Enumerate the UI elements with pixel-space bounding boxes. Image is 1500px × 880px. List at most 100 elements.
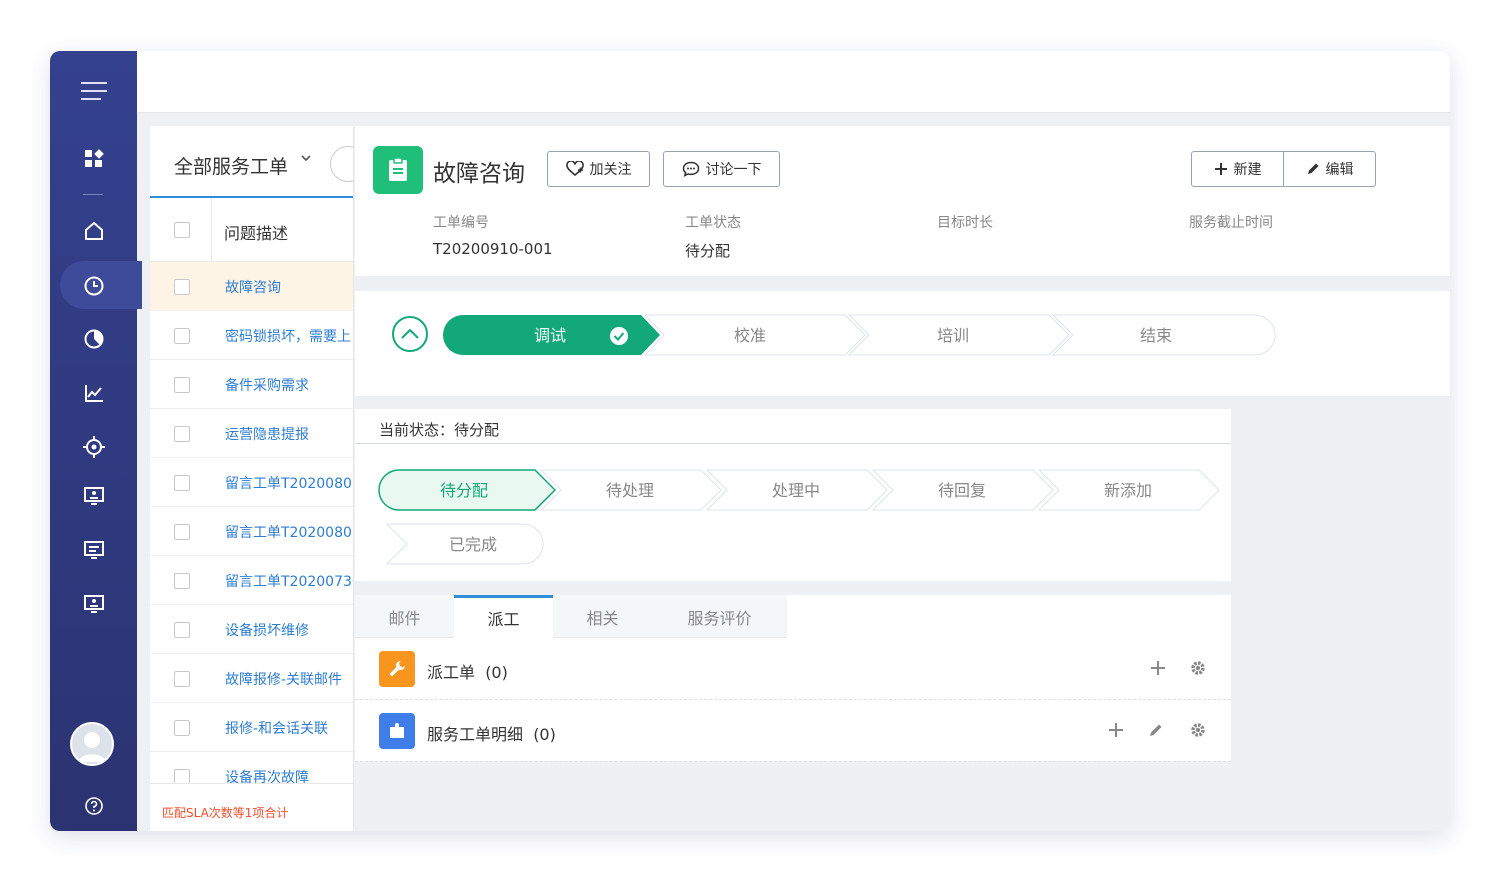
column-title: 问题描述: [224, 224, 289, 243]
plus-icon: [1214, 163, 1227, 175]
discuss-label: 讨论一下: [705, 162, 762, 178]
chat-bubble-icon: [682, 161, 699, 177]
row-link[interactable]: 密码锁损坏，需要上: [225, 326, 351, 346]
related-tabs-panel: 邮件 派工 相关 服务评价 派工单 (0) 服务工单明细 (0): [355, 595, 1231, 762]
service-detail-row: 服务工单明细 (0): [355, 701, 1231, 762]
app-window: 全部服务工单 问题描述 故障咨询 密码锁损坏，需要上 备件采购需求 运营隐患提报…: [50, 51, 1450, 831]
stage-label: 调试: [534, 326, 566, 345]
status-label: 待回复: [938, 481, 986, 500]
target-icon[interactable]: [50, 424, 137, 470]
gear-icon[interactable]: [1187, 657, 1209, 679]
row-checkbox[interactable]: [174, 622, 190, 638]
row-link[interactable]: 留言工单T20200805: [225, 522, 353, 542]
current-status: 当前状态：待分配: [379, 421, 500, 439]
row-link[interactable]: 备件采购需求: [225, 375, 309, 395]
pie-chart-icon[interactable]: [50, 316, 137, 362]
row-link[interactable]: 故障咨询: [225, 277, 281, 297]
status-label: 待处理: [606, 481, 654, 500]
meta-label-ticket-status: 工单状态: [685, 215, 741, 231]
status-panel: 当前状态：待分配 待分配 待处理 处理中 待回复 新添加 已完成: [355, 409, 1231, 581]
sla-summary: 匹配SLA次数等1项合计: [162, 806, 289, 820]
gear-icon[interactable]: [1187, 719, 1209, 741]
help-icon[interactable]: [50, 783, 137, 829]
monitor-person-icon[interactable]: [50, 581, 137, 627]
row-link[interactable]: 留言工单T20200730: [225, 571, 353, 591]
follow-button[interactable]: 加关注: [547, 151, 650, 187]
row-checkbox[interactable]: [174, 475, 190, 491]
meta-label-target-duration: 目标时长: [937, 215, 993, 231]
heart-plus-icon: [565, 161, 584, 177]
wrench-icon: [379, 651, 415, 687]
monitor-user-icon[interactable]: [50, 473, 137, 519]
new-button[interactable]: 新建: [1191, 151, 1284, 187]
table-row[interactable]: 密码锁损坏，需要上: [150, 311, 353, 360]
table-row[interactable]: 运营隐患提报: [150, 409, 353, 458]
left-nav: [50, 51, 142, 831]
stage-progress-panel: 调试 校准 培训 结束: [355, 291, 1450, 396]
status-divider: [355, 443, 1231, 444]
list-view-selector[interactable]: 全部服务工单: [174, 152, 288, 179]
clock-icon[interactable]: [50, 263, 137, 309]
row-link[interactable]: 报修-和会话关联: [225, 718, 328, 738]
edit-button[interactable]: 编辑: [1283, 151, 1376, 187]
row-checkbox[interactable]: [174, 377, 190, 393]
table-row[interactable]: 备件采购需求: [150, 360, 353, 409]
list-header: 全部服务工单: [150, 126, 353, 198]
table-row[interactable]: 设备损坏维修: [150, 605, 353, 654]
menu-icon[interactable]: [50, 68, 137, 114]
add-icon[interactable]: [1147, 657, 1169, 679]
user-avatar[interactable]: [70, 722, 114, 766]
pencil-icon[interactable]: [1145, 719, 1167, 741]
edit-label: 编辑: [1325, 162, 1354, 178]
follow-label: 加关注: [589, 162, 632, 178]
dispatch-order-row: 派工单 (0): [355, 639, 1231, 700]
status-label: 待分配: [440, 481, 488, 500]
tab-mail[interactable]: 邮件: [355, 595, 454, 638]
discuss-button[interactable]: 讨论一下: [663, 151, 780, 187]
row-link[interactable]: 运营隐患提报: [225, 424, 309, 444]
row-checkbox[interactable]: [174, 426, 190, 442]
row-checkbox[interactable]: [174, 573, 190, 589]
tab-related[interactable]: 相关: [553, 595, 652, 638]
tab-dispatch[interactable]: 派工: [454, 595, 553, 638]
table-row[interactable]: 故障报修-关联邮件: [150, 654, 353, 703]
filter-button[interactable]: [330, 146, 353, 182]
document-icon: [373, 146, 423, 194]
home-icon[interactable]: [50, 208, 137, 254]
dispatch-order-label: 派工单 (0): [427, 663, 508, 682]
stage-label: 校准: [734, 326, 766, 345]
table-row[interactable]: 留言工单T20200805: [150, 458, 353, 507]
row-checkbox[interactable]: [174, 524, 190, 540]
check-circle-icon: [610, 327, 628, 345]
meta-label-service-deadline: 服务截止时间: [1189, 215, 1273, 231]
tab-service-rating[interactable]: 服务评价: [652, 595, 787, 638]
select-all-checkbox[interactable]: [174, 222, 190, 238]
row-checkbox[interactable]: [174, 671, 190, 687]
row-checkbox[interactable]: [174, 279, 190, 295]
monitor-list-icon[interactable]: [50, 527, 137, 573]
row-checkbox[interactable]: [174, 328, 190, 344]
chevron-down-icon[interactable]: [300, 152, 312, 167]
service-detail-label: 服务工单明细 (0): [427, 725, 556, 744]
table-row[interactable]: 故障咨询: [150, 262, 353, 311]
collapse-icon: [392, 316, 428, 352]
status-label: 处理中: [772, 481, 820, 500]
meta-label-ticket-number: 工单编号: [433, 215, 489, 231]
stage-label: 结束: [1140, 326, 1172, 345]
ticket-list-panel: 全部服务工单 问题描述 故障咨询 密码锁损坏，需要上 备件采购需求 运营隐患提报…: [150, 126, 354, 831]
ticket-title: 故障咨询: [433, 161, 525, 187]
table-row[interactable]: 留言工单T20200730: [150, 556, 353, 605]
column-divider: [211, 198, 212, 262]
row-checkbox[interactable]: [174, 720, 190, 736]
puzzle-icon: [379, 713, 415, 749]
line-chart-icon[interactable]: [50, 370, 137, 416]
row-link[interactable]: 故障报修-关联邮件: [225, 669, 342, 689]
table-row[interactable]: 留言工单T20200805: [150, 507, 353, 556]
table-row[interactable]: 报修-和会话关联: [150, 703, 353, 752]
top-bar: [137, 51, 1450, 113]
row-link[interactable]: 留言工单T20200805: [225, 473, 353, 493]
apps-grid-icon[interactable]: [50, 136, 137, 182]
row-link[interactable]: 设备损坏维修: [225, 620, 309, 640]
add-icon[interactable]: [1105, 719, 1127, 741]
nav-divider: [83, 194, 103, 195]
